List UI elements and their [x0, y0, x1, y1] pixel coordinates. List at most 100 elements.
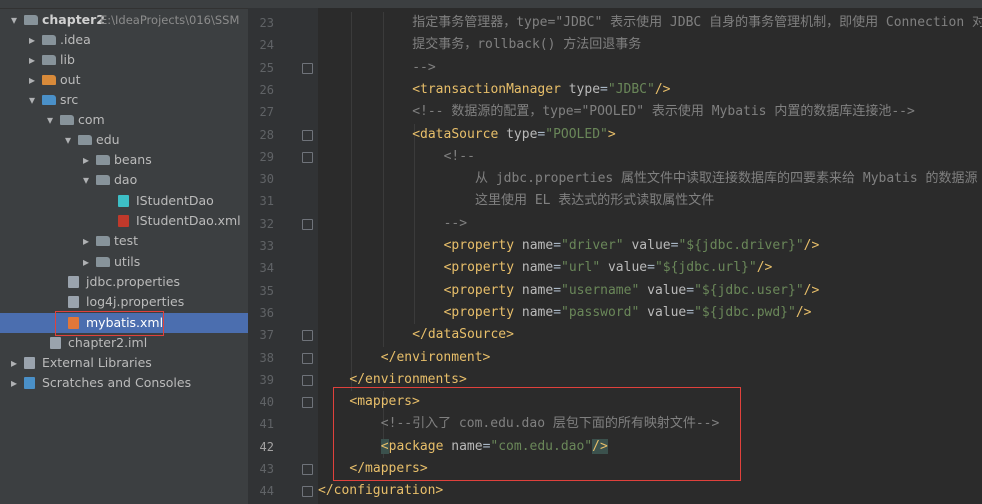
code-token: =: [647, 260, 655, 276]
project-path: E:\IdeaProjects\016\SSM: [100, 13, 240, 27]
code-line[interactable]: </configuration>: [318, 480, 443, 502]
tree-item-label: Scratches and Consoles: [42, 375, 192, 390]
line-number: 42: [259, 439, 274, 454]
indent-guide: [382, 12, 384, 347]
line-number: 38: [259, 350, 274, 365]
fold-marker-icon[interactable]: [302, 151, 313, 163]
chevron-right-icon[interactable]: ▸: [8, 353, 20, 373]
line-number: 39: [259, 372, 274, 387]
chevron-down-icon[interactable]: ▾: [62, 130, 74, 150]
code-line[interactable]: 提交事务，rollback() 方法回退事务: [412, 34, 641, 56]
fold-marker-icon[interactable]: [302, 464, 313, 475]
chevron-down-icon[interactable]: ▾: [44, 110, 56, 130]
code-token: <property: [443, 304, 522, 320]
code-token: value: [631, 238, 671, 253]
code-line[interactable]: <property name="url" value="${jdbc.url}"…: [444, 257, 773, 279]
chevron-right-icon[interactable]: ▸: [26, 30, 38, 50]
tree-item-dao[interactable]: ▾ dao: [0, 170, 248, 190]
chevron-down-icon[interactable]: ▾: [80, 170, 92, 190]
tree-item-out[interactable]: ▸ out: [0, 70, 248, 90]
mybatis-xml-icon: [118, 215, 129, 227]
code-token: 从 jdbc.properties 属性文件中读取连接数据库的四要素来给 Myb…: [475, 171, 978, 187]
code-line[interactable]: -->: [444, 213, 467, 235]
code-line[interactable]: </dataSource>: [412, 324, 514, 346]
tree-item-edu[interactable]: ▾ edu: [0, 130, 248, 150]
code-line[interactable]: <property name="password" value="${jdbc.…: [444, 302, 812, 324]
folder-icon: [42, 35, 56, 45]
line-number: 41: [259, 417, 274, 432]
tree-item-utils[interactable]: ▸ utils: [0, 252, 248, 272]
code-line[interactable]: <!-- 数据源的配置，type="POOLED" 表示使用 Mybatis 内…: [412, 101, 915, 123]
fold-marker-icon[interactable]: [302, 129, 313, 141]
highlight-box-mybatis-xml: [55, 311, 164, 336]
tree-item-idea[interactable]: ▸ .idea: [0, 30, 248, 50]
tree-item-src[interactable]: ▾ src: [0, 90, 248, 110]
properties-file-icon: [68, 276, 79, 288]
package-icon: [60, 115, 74, 125]
chevron-down-icon[interactable]: ▾: [26, 90, 38, 110]
line-number: 36: [259, 305, 274, 320]
line-number: 31: [259, 194, 274, 209]
line-number: 28: [259, 127, 274, 142]
fold-marker-icon[interactable]: [302, 486, 313, 498]
fold-marker-icon[interactable]: [302, 397, 313, 409]
code-line[interactable]: 从 jdbc.properties 属性文件中读取连接数据库的四要素来给 Myb…: [475, 168, 978, 190]
line-number: 27: [259, 105, 274, 120]
code-line[interactable]: <transactionManager type="JDBC"/>: [412, 79, 670, 101]
fold-marker-icon[interactable]: [302, 352, 313, 364]
package-icon: [96, 236, 110, 246]
tree-item-label: .idea: [60, 32, 91, 47]
module-folder-icon: [24, 15, 38, 25]
tree-item-label: beans: [114, 152, 152, 167]
tree-item-istudentdao[interactable]: IStudentDao: [0, 191, 248, 211]
code-token: -->: [412, 59, 436, 75]
tree-item-istudentdao-xml[interactable]: IStudentDao.xml: [0, 211, 248, 231]
chevron-right-icon[interactable]: ▸: [26, 70, 38, 90]
chevron-right-icon[interactable]: ▸: [80, 252, 92, 272]
code-token: "${jdbc.user}": [694, 282, 804, 298]
chevron-right-icon[interactable]: ▸: [26, 50, 38, 70]
code-line[interactable]: <dataSource type="POOLED">: [412, 124, 616, 146]
tree-item-label: edu: [96, 132, 120, 147]
code-line[interactable]: <property name="driver" value="${jdbc.dr…: [444, 235, 820, 257]
fold-marker-icon[interactable]: [302, 218, 313, 230]
code-token: <transactionManager: [412, 81, 569, 97]
tree-item-lib[interactable]: ▸ lib: [0, 50, 248, 70]
fold-marker-icon[interactable]: [302, 62, 313, 74]
chevron-right-icon[interactable]: ▸: [80, 231, 92, 251]
tree-item-chapter2-iml[interactable]: chapter2.iml: [0, 333, 248, 353]
code-token: <!--: [443, 148, 475, 164]
tree-item-test[interactable]: ▸ test: [0, 231, 248, 251]
tree-item-log4j-properties[interactable]: log4j.properties: [0, 292, 248, 312]
code-token: />: [803, 282, 820, 298]
tree-item-com[interactable]: ▾ com: [0, 110, 248, 130]
chevron-right-icon[interactable]: ▸: [80, 150, 92, 170]
tree-item-external-libraries[interactable]: ▸ External Libraries: [0, 353, 248, 373]
code-line[interactable]: 这里使用 EL 表达式的形式读取属性文件: [475, 190, 714, 212]
code-token: <property: [443, 282, 522, 298]
fold-marker-icon[interactable]: [302, 374, 313, 386]
chevron-right-icon[interactable]: ▸: [8, 373, 20, 393]
tree-item-beans[interactable]: ▸ beans: [0, 150, 248, 170]
code-line[interactable]: </environment>: [381, 347, 491, 369]
code-token: "${jdbc.url}": [654, 260, 757, 276]
code-line[interactable]: 指定事务管理器，type="JDBC" 表示使用 JDBC 自身的事务管理机制，…: [412, 12, 982, 34]
fold-marker-icon[interactable]: [302, 330, 313, 342]
package-icon: [96, 155, 110, 165]
code-line[interactable]: <property name="username" value="${jdbc.…: [444, 280, 820, 302]
code-token: "JDBC": [607, 81, 655, 97]
tree-item-jdbc-properties[interactable]: jdbc.properties: [0, 272, 248, 292]
tree-item-chapter2[interactable]: ▾ chapter2 E:\IdeaProjects\016\SSM: [0, 10, 248, 30]
line-number: 35: [259, 283, 274, 298]
chevron-down-icon[interactable]: ▾: [8, 10, 20, 30]
code-token: name: [521, 282, 554, 298]
code-token: <property: [443, 238, 522, 253]
line-number: 34: [259, 261, 274, 276]
code-line[interactable]: -->: [412, 57, 435, 79]
folder-excluded-icon: [42, 75, 56, 85]
code-token: <!-- 数据源的配置，type="POOLED" 表示使用 Mybatis 内…: [412, 104, 915, 120]
code-line[interactable]: <!--: [444, 146, 475, 168]
code-token: "driver": [561, 238, 624, 253]
tree-item-scratches-and-consoles[interactable]: ▸ Scratches and Consoles: [0, 373, 248, 393]
